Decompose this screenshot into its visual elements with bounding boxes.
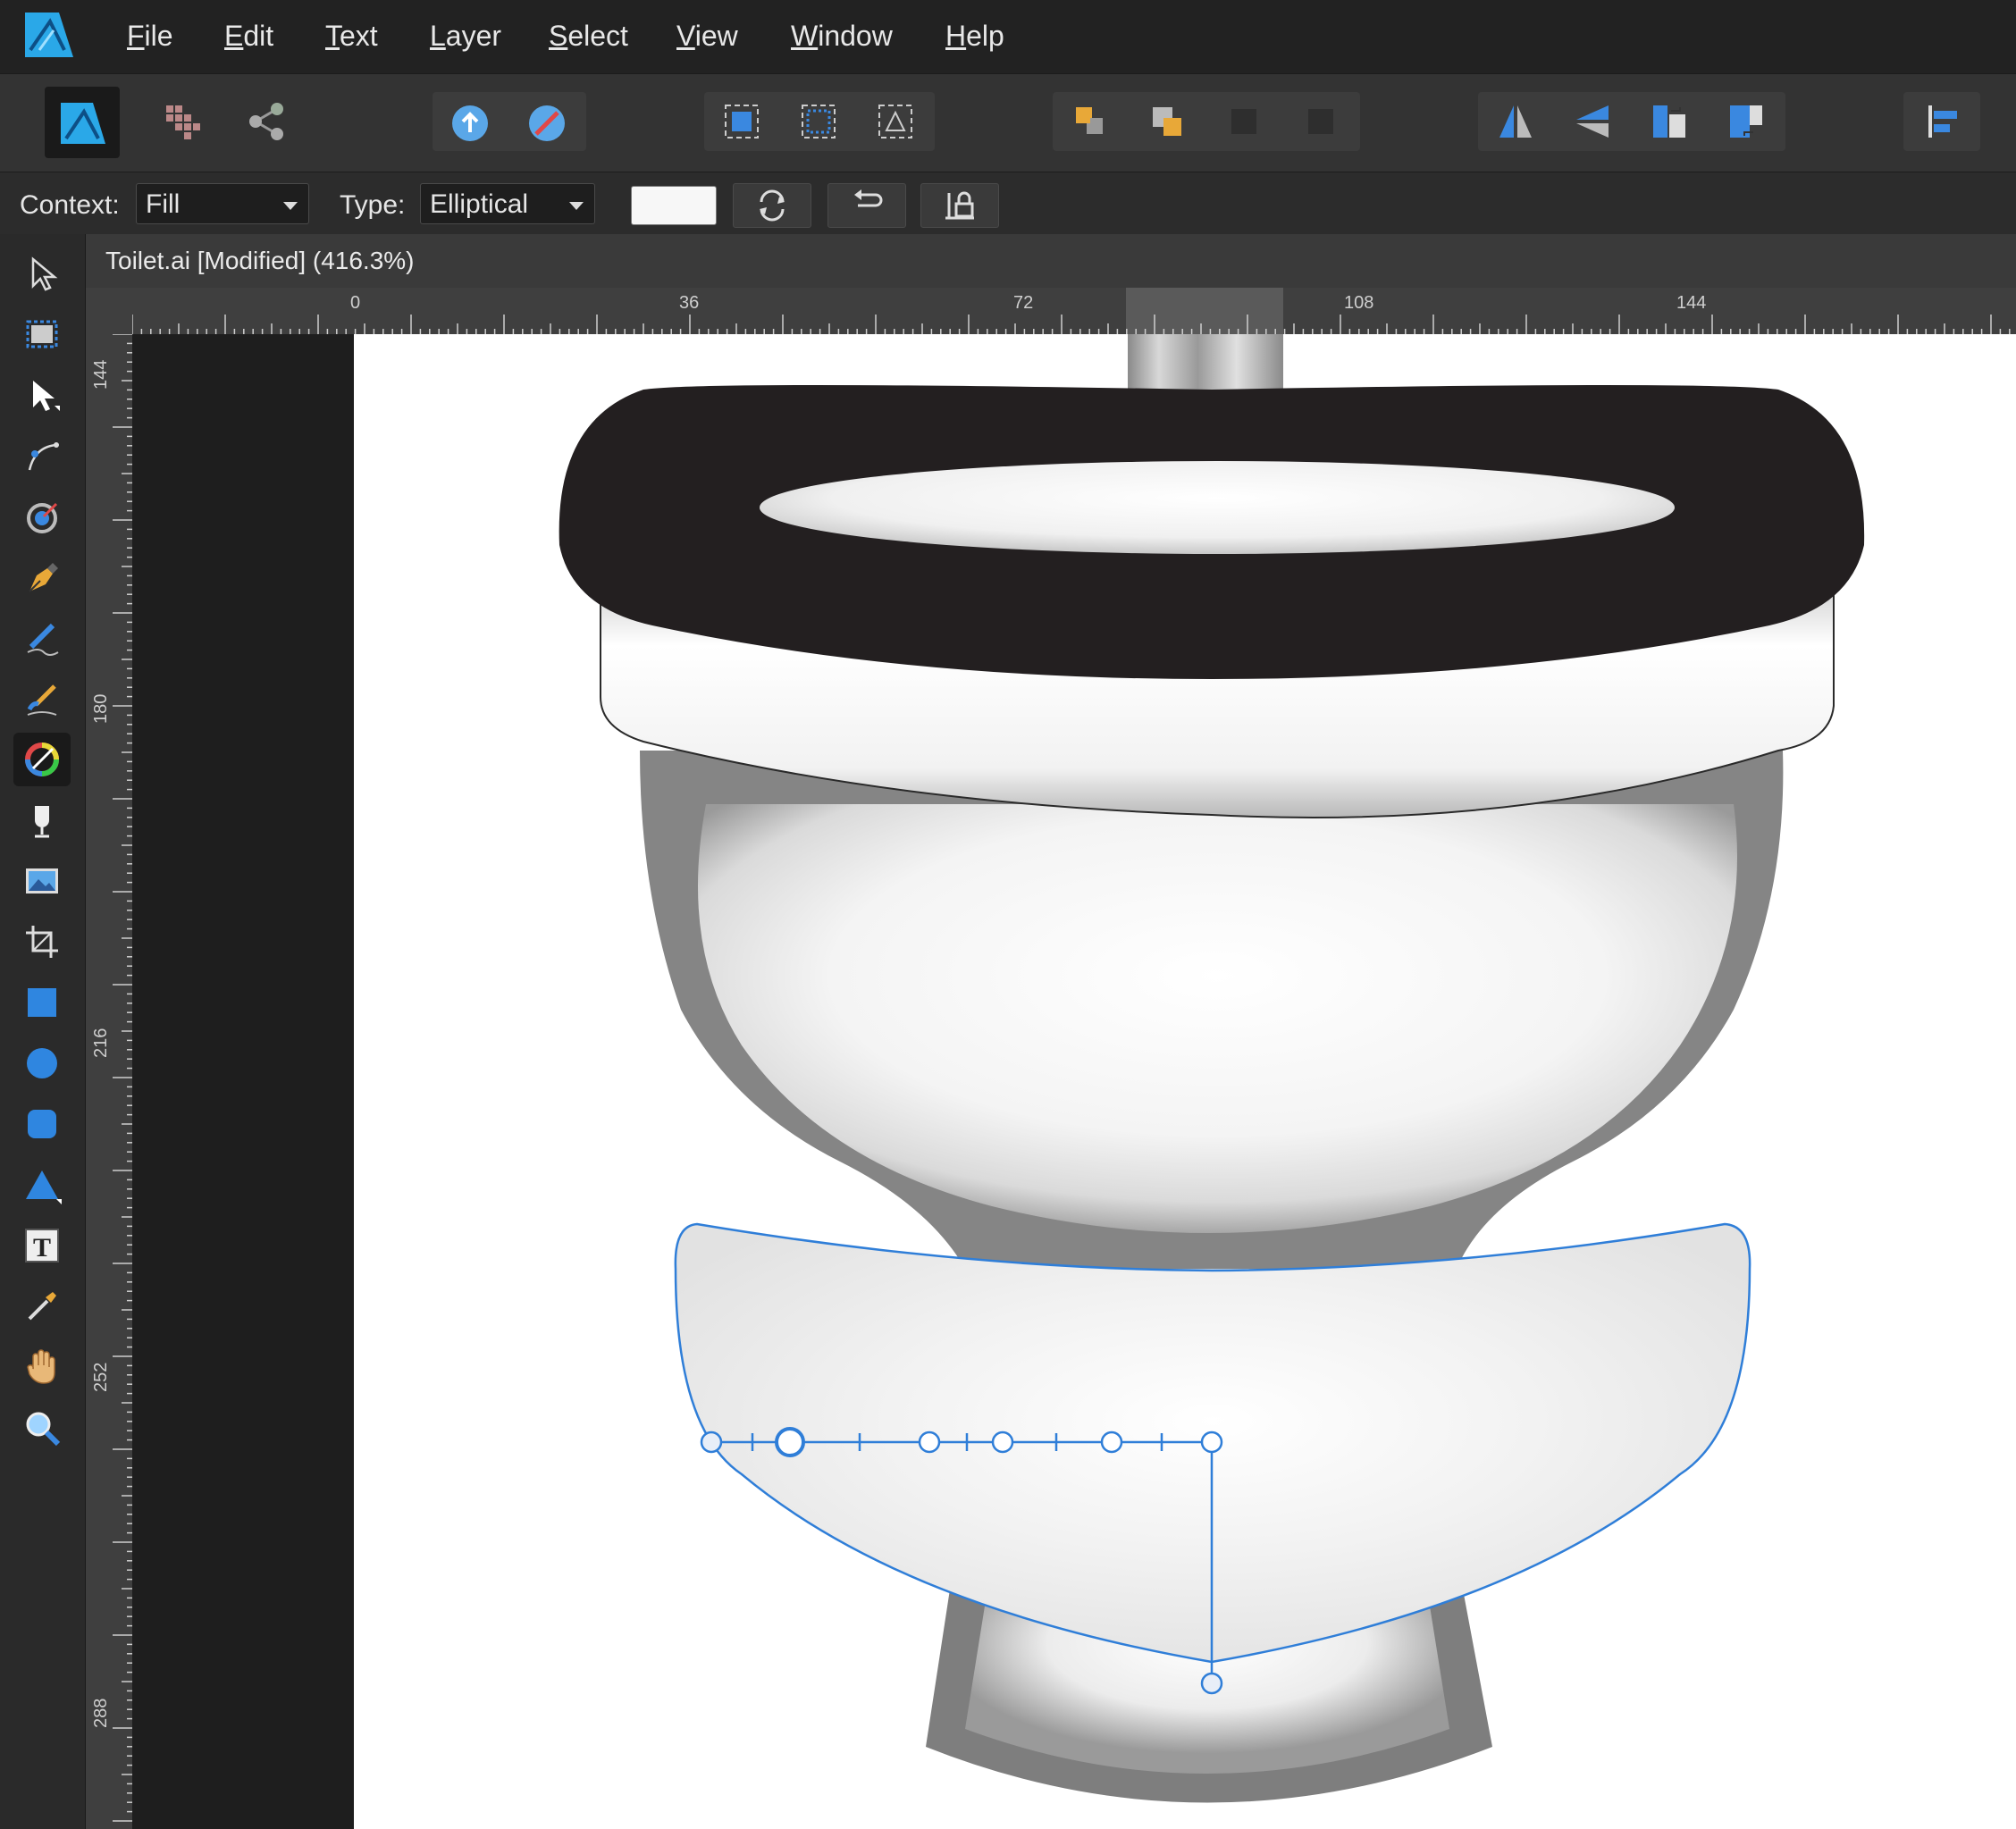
selected-shape[interactable] — [674, 1222, 1751, 1664]
view-tool[interactable] — [13, 1340, 71, 1394]
context-value: Fill — [146, 189, 181, 219]
crop-icon — [26, 926, 58, 958]
document-title: Toilet.ai [Modified] (416.3%) — [105, 247, 415, 274]
place-image-tool[interactable] — [13, 854, 71, 908]
color-picker-tool[interactable] — [13, 1279, 71, 1333]
place-image-icon — [26, 868, 58, 894]
move-tool[interactable] — [13, 247, 71, 300]
menu-file[interactable]: File — [127, 20, 173, 53]
ruler-corner — [86, 288, 132, 334]
transparency-tool[interactable] — [13, 793, 71, 847]
pasteboard — [132, 334, 354, 1829]
designer-persona-icon[interactable] — [45, 87, 120, 158]
corner-icon — [28, 442, 59, 471]
type-label: Type: — [340, 190, 406, 220]
ruler-h-ticks — [131, 288, 2011, 334]
aspect-ratio-button[interactable] — [920, 183, 999, 228]
gradient-handle[interactable] — [700, 1427, 1223, 1695]
corner-tool[interactable] — [13, 429, 71, 482]
snap-grid-icon[interactable] — [706, 92, 777, 151]
move-to-front-icon[interactable] — [1285, 92, 1357, 151]
rounded-rectangle-icon — [28, 1110, 56, 1138]
ruler-v-ticks — [113, 334, 132, 1822]
menu-view[interactable]: View — [676, 20, 738, 53]
artistic-text-icon: T — [25, 1229, 59, 1263]
main-toolbar — [0, 73, 2016, 172]
move-back-one-icon[interactable] — [1131, 92, 1203, 151]
rotate-fill-button[interactable] — [827, 183, 906, 228]
fill-icon — [25, 743, 59, 776]
transform-origin-icon[interactable] — [860, 92, 931, 151]
point-transform-icon — [27, 502, 58, 533]
flip-vertical-icon[interactable] — [1557, 92, 1628, 151]
node-tool[interactable] — [13, 368, 71, 422]
menu-layer[interactable]: Layer — [430, 20, 501, 53]
pencil-icon — [27, 623, 59, 656]
rotate-right-icon[interactable] — [1710, 92, 1782, 151]
node-icon — [33, 381, 60, 411]
artboard-icon — [26, 320, 58, 348]
color-picker-icon — [28, 1292, 56, 1321]
menu-text[interactable]: Text — [325, 20, 378, 53]
move-to-back-icon[interactable] — [1054, 92, 1126, 151]
triangle-icon — [26, 1170, 62, 1204]
tools-panel: T — [0, 234, 86, 1829]
rectangle-tool[interactable] — [13, 976, 71, 1029]
aspect-lock-icon — [945, 191, 974, 220]
align-left-icon[interactable] — [1907, 92, 1978, 151]
chevron-down-icon — [283, 202, 298, 210]
chevron-down-icon — [569, 202, 584, 210]
context-dropdown[interactable]: Fill — [136, 183, 309, 224]
document-tab[interactable]: Toilet.ai [Modified] (416.3%) — [86, 234, 2016, 288]
horizontal-ruler[interactable]: pt 0 36 72 108 144 — [86, 288, 2016, 334]
fill-tool[interactable] — [13, 733, 71, 786]
menu-bar: File Edit Text Layer Select View Window … — [0, 0, 2016, 73]
context-toolbar: Context: Fill Type: Elliptical — [0, 172, 2016, 235]
vector-brush-tool[interactable] — [13, 672, 71, 726]
zoom-tool[interactable] — [13, 1401, 71, 1455]
menu-select[interactable]: Select — [549, 20, 628, 53]
zoom-icon — [26, 1412, 61, 1447]
move-forward-one-icon[interactable] — [1208, 92, 1280, 151]
pen-icon — [29, 563, 58, 592]
context-label: Context: — [20, 190, 120, 220]
artistic-text-tool[interactable]: T — [13, 1219, 71, 1272]
menu-edit[interactable]: Edit — [224, 20, 273, 53]
reverse-fill-button[interactable] — [733, 183, 811, 228]
ellipse-tool[interactable] — [13, 1036, 71, 1090]
move-icon — [31, 256, 58, 291]
rectangle-icon — [28, 988, 56, 1017]
transparency-icon — [35, 806, 49, 838]
affinity-designer-logo-icon[interactable] — [25, 9, 73, 57]
hand-icon — [27, 1349, 55, 1384]
type-value: Elliptical — [430, 189, 529, 219]
export-persona-icon[interactable] — [231, 92, 302, 151]
pen-tool[interactable] — [13, 550, 71, 604]
rotate-fill-icon — [854, 189, 883, 207]
artboard-tool[interactable] — [13, 307, 71, 361]
reverse-icon — [760, 189, 785, 222]
menu-window[interactable]: Window — [791, 20, 893, 53]
vertical-ruler[interactable]: 144 180 216 252 288 — [86, 334, 132, 1829]
type-dropdown[interactable]: Elliptical — [420, 183, 595, 224]
rotate-left-icon[interactable] — [1634, 92, 1705, 151]
gradient-stop-selected[interactable] — [775, 1427, 805, 1457]
gradient-swatch[interactable] — [631, 186, 717, 225]
snap-bounds-icon[interactable] — [783, 92, 854, 151]
menu-help[interactable]: Help — [945, 20, 1004, 53]
vector-brush-icon — [27, 684, 57, 716]
pixel-persona-icon[interactable] — [145, 92, 216, 151]
pencil-tool[interactable] — [13, 611, 71, 665]
ellipse-icon — [27, 1048, 57, 1078]
svg-text:T: T — [33, 1233, 51, 1263]
artboard-page — [354, 334, 2016, 1829]
rounded-rectangle-tool[interactable] — [13, 1097, 71, 1151]
sync-off-icon[interactable] — [511, 92, 583, 151]
flip-horizontal-icon[interactable] — [1480, 92, 1551, 151]
triangle-tool[interactable] — [13, 1158, 71, 1212]
sync-up-icon[interactable] — [434, 92, 506, 151]
toilet-illustration — [559, 334, 1865, 1803]
point-transform-tool[interactable] — [13, 490, 71, 543]
crop-tool[interactable] — [13, 915, 71, 969]
